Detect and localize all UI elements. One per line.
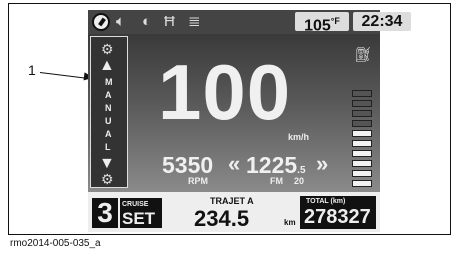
info-bar: 3 CRUISE SET TRAJET A 234.5 km TOTAL (km… <box>88 192 380 232</box>
fuel-pump-icon: ⛽︎ <box>354 46 372 62</box>
temperature-value: 105 <box>304 17 331 35</box>
headlight-icon: ◐ <box>142 13 152 30</box>
odometer-label: TOTAL (km) <box>306 198 346 205</box>
trip-value: 234.5 <box>194 206 250 231</box>
speaker-icon: 🔈︎ <box>116 13 126 30</box>
fuel-segment <box>352 120 372 127</box>
instrument-display: 🔈︎ ◐ Ħ ≣ 105°F 22:34 ⚙ ▲ M A N U A L ▼ ⚙… <box>88 10 411 232</box>
fuel-segment <box>352 160 372 167</box>
rpm-label: RPM <box>188 176 208 186</box>
seek-back-icon: « <box>228 151 241 176</box>
shift-up-arrow: ▲ <box>99 57 115 74</box>
road-icon: Ħ <box>164 13 175 30</box>
trip-unit: km <box>284 218 296 227</box>
fuel-segment <box>352 180 372 187</box>
radio-band: FM <box>270 176 283 186</box>
speed-unit: km/h <box>288 132 310 142</box>
status-bar: 🔈︎ ◐ Ħ ≣ 105°F 22:34 <box>88 10 411 35</box>
manual-letter: A <box>105 90 112 100</box>
manual-letter: A <box>105 129 112 139</box>
current-gear: 3 <box>92 198 118 228</box>
main-gauge-area: ⚙ ▲ M A N U A L ▼ ⚙ 100 km/h 5350 RPM « … <box>88 34 380 192</box>
fuel-segment <box>352 110 372 117</box>
radio-frequency-main: 1225 <box>246 152 298 178</box>
figure-caption: rmo2014-005-035_a <box>10 238 101 249</box>
cruise-state: SET <box>122 209 156 228</box>
cruise-label: CRUISE <box>122 201 149 208</box>
fuel-segment <box>352 90 372 97</box>
gear-shift-up-icon: ⚙ <box>101 41 114 57</box>
manual-letter: M <box>105 77 113 87</box>
radio-preset: 20 <box>294 176 305 186</box>
figure: 1 🔈︎ ◐ Ħ ≣ 105°F 22:34 ⚙ ▲ M A N U A L ▼… <box>0 0 459 258</box>
manual-gear-strip: ⚙ ▲ M A N U A L ▼ ⚙ <box>90 36 128 188</box>
manual-letter: U <box>105 116 112 126</box>
odometer-value: 278327 <box>304 206 371 228</box>
menu-icon: ≣ <box>188 13 201 30</box>
manual-letter: N <box>105 103 112 113</box>
speedometer-icon <box>92 13 110 31</box>
fuel-segment <box>352 170 372 177</box>
fuel-segment <box>352 100 372 107</box>
rpm-value: 5350 <box>162 152 214 178</box>
fuel-segment <box>352 150 372 157</box>
trip-label: TRAJET A <box>210 196 254 206</box>
radio-frequency: 1225.5 <box>246 152 306 179</box>
speed-value: 100 <box>158 48 292 136</box>
seek-forward-icon: » <box>316 151 329 176</box>
radio-frequency-decimal: .5 <box>297 165 306 176</box>
manual-letter: L <box>105 142 111 152</box>
gear-shift-down-icon: ⚙ <box>101 171 114 187</box>
callout-label: 1 <box>28 62 36 78</box>
fuel-segment <box>352 140 372 147</box>
temperature-unit: °F <box>330 16 340 26</box>
fuel-segment <box>352 130 372 137</box>
temperature-readout: 105°F <box>295 12 349 35</box>
clock-readout: 22:34 <box>353 12 411 31</box>
